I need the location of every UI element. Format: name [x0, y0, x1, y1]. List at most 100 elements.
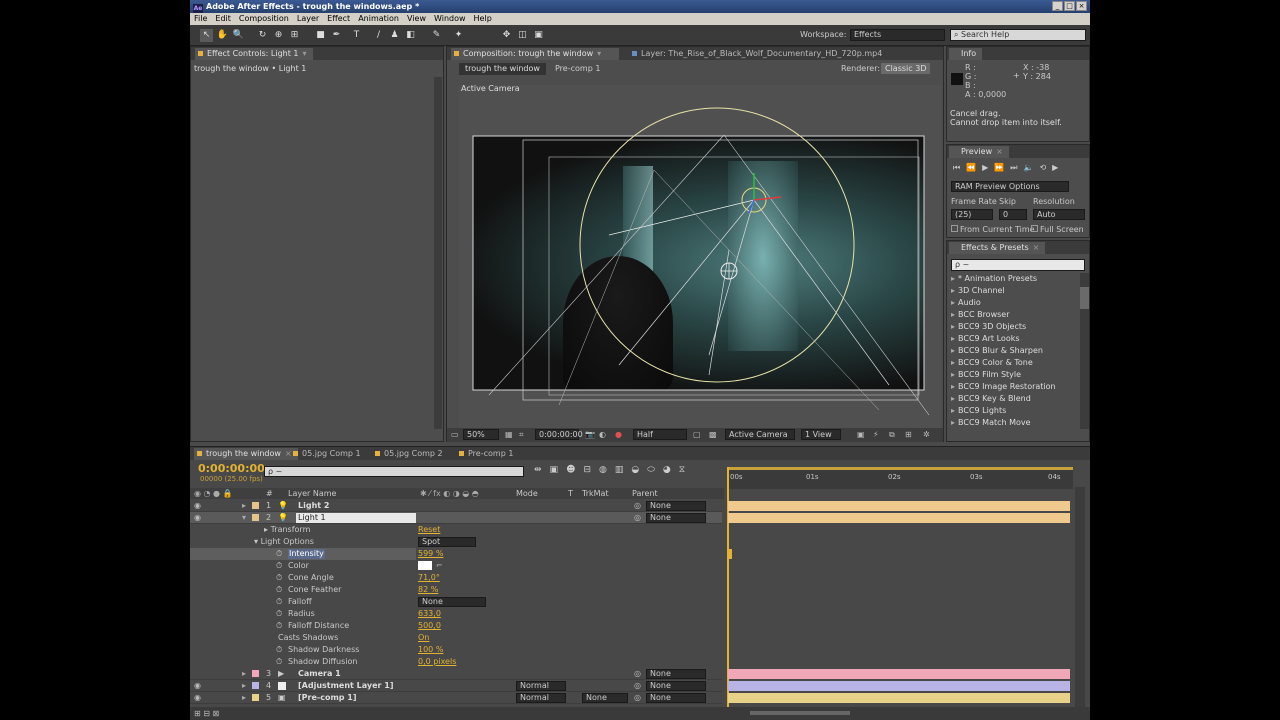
list-item[interactable]: ▸ BCC9 Image Restoration: [951, 381, 1056, 393]
eraser-tool-icon[interactable]: ◧: [404, 29, 417, 42]
timeline-timecode[interactable]: 0:00:00:00: [198, 462, 265, 475]
stopwatch-icon[interactable]: ⏱: [276, 548, 282, 560]
list-item[interactable]: ▸ BCC9 Film Style: [951, 369, 1021, 381]
list-item[interactable]: ▸ BCC9 Match Move: [951, 417, 1031, 429]
eye-icon[interactable]: ◉: [194, 692, 201, 704]
table-row[interactable]: ◉ ▸ 5 ▣ [Pre-comp 1] Normal None ◎ None: [190, 692, 722, 704]
auto-keyframe-icon[interactable]: ⬭: [647, 465, 663, 475]
parent-dropdown[interactable]: None: [646, 693, 706, 703]
radius-value[interactable]: 633,0: [418, 608, 441, 620]
selection-tool-icon[interactable]: ↖: [200, 29, 213, 42]
work-area-bar[interactable]: [728, 467, 1073, 470]
layer-track-bar[interactable]: [728, 681, 1070, 691]
next-frame-icon[interactable]: ⏩: [994, 163, 1010, 172]
parent-pickwhip-icon[interactable]: ◎: [634, 692, 641, 704]
timeline-search-input[interactable]: ρ ~: [264, 466, 524, 477]
brainstorm-icon[interactable]: ◒: [631, 465, 647, 475]
casts-shadows-value[interactable]: On: [418, 632, 429, 644]
toggle-pixel-icon[interactable]: ▣: [857, 430, 865, 439]
eye-icon[interactable]: ◉: [194, 500, 201, 512]
property-light-options[interactable]: ▾ Light Options: [254, 536, 314, 548]
tab-effect-controls[interactable]: Effect Controls: Light 1 ▾: [195, 48, 313, 60]
shy-layers-icon[interactable]: ☻: [566, 465, 583, 475]
channel-icon[interactable]: ●: [615, 430, 622, 439]
grid-icon[interactable]: ▦: [505, 430, 513, 439]
shadow-darkness-value[interactable]: 100 %: [418, 644, 443, 656]
label-color-icon[interactable]: [252, 502, 259, 509]
light-type-dropdown[interactable]: Spot: [418, 537, 476, 547]
maximize-button[interactable]: □: [1064, 1, 1075, 11]
effects-scrollbar[interactable]: [1080, 273, 1089, 429]
layer-track-bar[interactable]: [728, 501, 1070, 511]
parent-pickwhip-icon[interactable]: ◎: [634, 668, 641, 680]
composition-viewer[interactable]: Active Camera: [459, 85, 941, 431]
comp-flowchart-icon[interactable]: ⊞: [905, 430, 912, 439]
exposure-icon[interactable]: ✲: [923, 430, 930, 439]
menu-help[interactable]: Help: [474, 14, 492, 23]
menu-window[interactable]: Window: [434, 14, 466, 23]
menu-view[interactable]: View: [407, 14, 426, 23]
close-icon[interactable]: ×: [1033, 243, 1040, 252]
layer-track-bar[interactable]: [728, 513, 1070, 523]
monitor-icon[interactable]: ▭: [451, 430, 459, 439]
label-color-icon[interactable]: [252, 694, 259, 701]
parent-pickwhip-icon[interactable]: ◎: [634, 500, 641, 512]
tab-layer[interactable]: Layer: The_Rise_of_Black_Wolf_Documentar…: [629, 48, 888, 60]
frame-rate-dropdown[interactable]: (25): [951, 209, 993, 220]
full-screen-checkbox[interactable]: Full Screen: [1031, 225, 1084, 234]
stopwatch-icon[interactable]: ⏱: [276, 560, 282, 572]
layer-track-bar[interactable]: [728, 669, 1070, 679]
workspace-dropdown[interactable]: Effects: [850, 29, 945, 41]
label-color-icon[interactable]: [252, 514, 259, 521]
show-snapshot-icon[interactable]: ◐: [599, 430, 606, 439]
brush-tool-icon[interactable]: /: [372, 29, 385, 42]
trkmat-dropdown[interactable]: None: [582, 693, 628, 703]
timeline-scrollbar[interactable]: [1075, 487, 1085, 707]
list-item[interactable]: ▸ BCC9 Key & Blend: [951, 393, 1031, 405]
property-intensity[interactable]: Intensity: [288, 549, 325, 559]
tab-05-jpg-comp-1[interactable]: 05.jpg Comp 1: [290, 448, 367, 460]
twirl-icon[interactable]: ▸: [242, 500, 246, 512]
minimize-button[interactable]: _: [1052, 1, 1063, 11]
timecode-field[interactable]: 0:00:00:00: [535, 429, 583, 440]
menu-composition[interactable]: Composition: [239, 14, 289, 23]
tab-composition[interactable]: Composition: trough the window ▾: [451, 48, 619, 60]
world-axis-icon[interactable]: ◫: [516, 29, 529, 42]
last-frame-icon[interactable]: ⏭: [1010, 163, 1023, 172]
tab-preview[interactable]: Preview ×: [949, 146, 1009, 158]
table-row[interactable]: ◉ ▸ 4 [Adjustment Layer 1] Normal ◎ None: [190, 680, 722, 692]
falloff-distance-value[interactable]: 500,0: [418, 620, 441, 632]
effect-controls-scrollbar[interactable]: [434, 77, 442, 429]
menu-edit[interactable]: Edit: [215, 14, 231, 23]
twirl-icon[interactable]: ▸: [242, 680, 246, 692]
tab-trough-the-window[interactable]: trough the window ×: [194, 448, 298, 460]
intensity-value[interactable]: 599 %: [418, 548, 443, 560]
ram-preview-icon[interactable]: ▶: [1052, 163, 1064, 172]
layer-track-bar[interactable]: [728, 693, 1070, 703]
twirl-icon[interactable]: ▾: [242, 512, 246, 524]
previous-frame-icon[interactable]: ⏪: [966, 163, 982, 172]
close-window-button[interactable]: ×: [1076, 1, 1087, 11]
shadow-diffusion-value[interactable]: 0,0 pixels: [418, 656, 456, 668]
motion-blur-icon[interactable]: ◍: [599, 465, 615, 475]
stopwatch-icon[interactable]: ⏱: [276, 656, 282, 668]
play-icon[interactable]: ▶: [982, 163, 994, 172]
tab-info[interactable]: Info: [949, 48, 983, 60]
list-item[interactable]: ▸ BCC9 Blur & Sharpen: [951, 345, 1043, 357]
layer-name[interactable]: [Pre-comp 1]: [298, 692, 357, 704]
from-current-time-checkbox[interactable]: From Current Time: [951, 225, 1035, 234]
graph-editor-icon[interactable]: ▥: [615, 465, 632, 475]
skip-dropdown[interactable]: 0: [999, 209, 1027, 220]
search-help-input[interactable]: ⌕ Search Help: [950, 29, 1086, 41]
chevron-down-icon[interactable]: ▾: [597, 49, 601, 58]
list-item[interactable]: ▸ 3D Channel: [951, 285, 1005, 297]
column-layer-name[interactable]: Layer Name: [288, 488, 336, 499]
camera-orbit-tool-icon[interactable]: ⊕: [272, 29, 285, 42]
region-of-interest-icon[interactable]: ▢: [693, 430, 701, 439]
label-color-icon[interactable]: [252, 682, 259, 689]
time-ruler[interactable]: 00s 01s 02s 03s 04s: [728, 467, 1073, 489]
zoom-tool-icon[interactable]: 🔍: [232, 29, 245, 42]
table-row[interactable]: ◉ ▾ 2 💡 Light 1 ◎ None: [190, 512, 722, 524]
cone-feather-value[interactable]: 82 %: [418, 584, 438, 596]
layer-name[interactable]: Camera 1: [298, 668, 341, 680]
